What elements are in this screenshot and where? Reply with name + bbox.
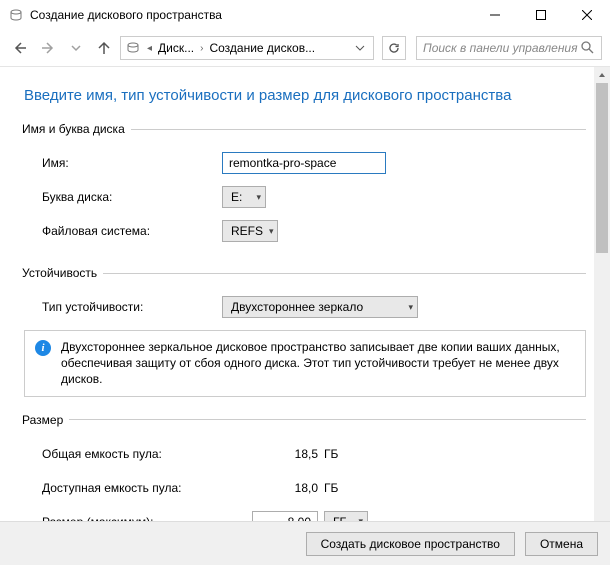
size-max-label: Размер (максимум): <box>42 515 252 521</box>
name-input[interactable] <box>222 152 386 174</box>
vertical-scrollbar[interactable] <box>594 67 610 521</box>
size-max-input[interactable] <box>252 511 318 521</box>
chevron-down-icon: ▾ <box>269 226 274 237</box>
maximize-button[interactable] <box>518 0 564 30</box>
total-capacity-label: Общая емкость пула: <box>42 447 252 461</box>
breadcrumb-seg1[interactable]: Диск... <box>158 41 194 55</box>
footer-bar: Создать дисковое пространство Отмена <box>0 521 610 565</box>
nav-bar: ◂ Диск... › Создание дисков... Поиск в п… <box>0 30 610 66</box>
cancel-button[interactable]: Отмена <box>525 532 598 556</box>
group-size: Размер Общая емкость пула: 18,5 ГБ Досту… <box>24 413 586 521</box>
close-button[interactable] <box>564 0 610 30</box>
search-placeholder: Поиск в панели управления <box>423 41 581 55</box>
chevron-left-icon: ◂ <box>147 43 152 54</box>
forward-button[interactable] <box>36 36 60 60</box>
resilience-type-value: Двухстороннее зеркало <box>231 300 363 314</box>
app-icon <box>8 7 24 23</box>
available-capacity-label: Доступная емкость пула: <box>42 481 252 495</box>
group-resilience: Устойчивость Тип устойчивости: Двухсторо… <box>24 266 586 397</box>
filesystem-label: Файловая система: <box>42 224 222 238</box>
resilience-type-label: Тип устойчивости: <box>42 300 222 314</box>
recent-dropdown[interactable] <box>64 36 88 60</box>
page-title: Введите имя, тип устойчивости и размер д… <box>24 87 586 104</box>
size-unit-value: ГБ <box>333 515 347 521</box>
title-bar: Создание дискового пространства <box>0 0 610 30</box>
scroll-thumb[interactable] <box>596 83 608 253</box>
breadcrumb-seg2[interactable]: Создание дисков... <box>209 41 315 55</box>
chevron-right-icon: › <box>200 43 203 54</box>
chevron-down-icon: ▾ <box>358 516 363 521</box>
refresh-button[interactable] <box>382 36 406 60</box>
drive-letter-label: Буква диска: <box>42 190 222 204</box>
chevron-down-icon: ▾ <box>256 192 261 203</box>
total-capacity-unit: ГБ <box>324 447 354 461</box>
scroll-up-icon[interactable] <box>594 67 610 83</box>
resilience-type-select[interactable]: Двухстороннее зеркало ▾ <box>222 296 418 318</box>
name-label: Имя: <box>42 156 222 170</box>
group-name-letter: Имя и буква диска Имя: Буква диска: E: ▾… <box>24 122 586 252</box>
filesystem-select[interactable]: REFS ▾ <box>222 220 278 242</box>
chevron-down-icon: ▾ <box>408 302 413 313</box>
group-resilience-legend: Устойчивость <box>22 266 103 280</box>
address-bar[interactable]: ◂ Диск... › Создание дисков... <box>120 36 374 60</box>
search-icon <box>581 41 595 55</box>
group-name-legend: Имя и буква диска <box>22 122 131 136</box>
resilience-info-box: i Двухстороннее зеркальное дисковое прос… <box>24 330 586 397</box>
storage-icon <box>125 40 141 56</box>
minimize-button[interactable] <box>472 0 518 30</box>
size-unit-select[interactable]: ГБ ▾ <box>324 511 368 521</box>
available-capacity-value: 18,0 <box>252 481 318 495</box>
filesystem-value: REFS <box>231 224 263 238</box>
create-space-button[interactable]: Создать дисковое пространство <box>306 532 515 556</box>
drive-letter-select[interactable]: E: ▾ <box>222 186 266 208</box>
address-dropdown[interactable] <box>351 43 369 53</box>
drive-letter-value: E: <box>231 190 242 204</box>
info-icon: i <box>35 340 51 356</box>
content-area: Введите имя, тип устойчивости и размер д… <box>0 67 610 521</box>
available-capacity-unit: ГБ <box>324 481 354 495</box>
group-size-legend: Размер <box>22 413 69 427</box>
resilience-info-text: Двухстороннее зеркальное дисковое простр… <box>61 339 575 388</box>
window-title: Создание дискового пространства <box>30 8 472 22</box>
search-box[interactable]: Поиск в панели управления <box>416 36 602 60</box>
back-button[interactable] <box>8 36 32 60</box>
up-button[interactable] <box>92 36 116 60</box>
total-capacity-value: 18,5 <box>252 447 318 461</box>
